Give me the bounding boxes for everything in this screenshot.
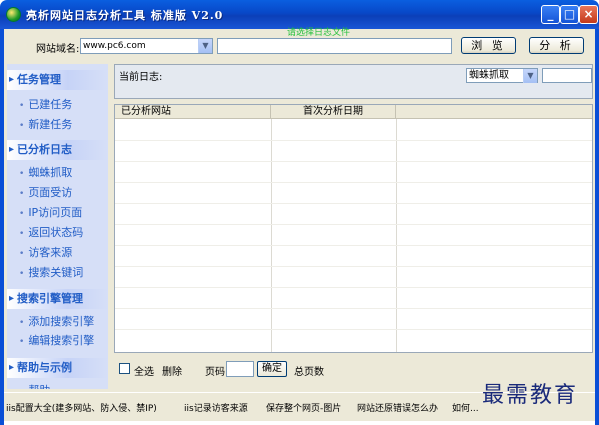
column-header-empty [396, 105, 592, 119]
row-divider [115, 308, 592, 309]
row-divider [115, 203, 592, 204]
row-divider [115, 224, 592, 225]
sidebar-item-visitor-source[interactable]: 访客来源 [19, 244, 72, 260]
row-divider [115, 161, 592, 162]
sidebar-item-new-task[interactable]: 新建任务 [19, 116, 72, 132]
domain-label: 网站域名: [36, 44, 80, 55]
status-link-iis-config[interactable]: iis配置大全(建多网站、防入侵、禁IP) [6, 401, 157, 414]
row-divider [115, 329, 592, 330]
confirm-page-button[interactable]: 确定 [257, 361, 287, 377]
pager: 全选 删除 页码 确定 总页数 [114, 359, 593, 379]
log-filter-input[interactable] [542, 68, 592, 83]
maximize-button[interactable]: □ [560, 5, 579, 24]
log-type-select[interactable]: 蜘蛛抓取 ▼ [466, 68, 538, 83]
delete-link[interactable]: 删除 [162, 363, 182, 378]
sidebar-item-page-visits[interactable]: 页面受访 [19, 184, 72, 200]
minimize-button[interactable]: _ [541, 5, 560, 24]
sidebar-item-spider-crawl[interactable]: 蜘蛛抓取 [19, 164, 72, 180]
analyzed-sites-table: 已分析网站 首次分析日期 [114, 104, 593, 353]
status-link-save-page[interactable]: 保存整个网页-图片 [266, 401, 341, 414]
sidebar-item-help[interactable]: 帮助 [19, 382, 50, 389]
app-icon [6, 7, 21, 22]
status-link-iis-visitors[interactable]: iis记录访客来源 [184, 401, 248, 414]
page-number-input[interactable] [226, 361, 254, 377]
total-pages-label: 总页数 [294, 367, 324, 378]
row-divider [115, 287, 592, 288]
status-link-restore-error[interactable]: 网站还原错误怎么办 [357, 401, 438, 414]
column-header-site[interactable]: 已分析网站 [115, 105, 271, 119]
close-button[interactable]: × [579, 5, 598, 24]
watermark-text: 最需教育 [482, 383, 579, 408]
log-file-path-input[interactable] [217, 38, 452, 54]
sidebar-section-help[interactable]: 帮助与示例 [7, 358, 108, 378]
column-header-first-date[interactable]: 首次分析日期 [271, 105, 396, 119]
row-divider [115, 140, 592, 141]
row-divider [115, 266, 592, 267]
sidebar-section-search-engine[interactable]: 搜索引擎管理 [7, 289, 108, 309]
sidebar-item-search-keywords[interactable]: 搜索关键词 [19, 264, 83, 280]
sidebar-section-analyzed-logs[interactable]: 已分析日志 [7, 140, 108, 160]
green-notice: 请选择日志文件 [287, 28, 351, 38]
analyze-button[interactable]: 分 析 [529, 37, 584, 54]
sidebar-item-ip-pages[interactable]: IP访问页面 [19, 204, 82, 220]
sidebar-item-edit-search-engine[interactable]: 编辑搜索引擎 [19, 332, 94, 348]
select-all-label[interactable]: 全选 [134, 363, 154, 378]
column-divider [271, 119, 272, 352]
chevron-down-icon[interactable]: ▼ [198, 39, 212, 53]
status-link-howto[interactable]: 如何... [452, 401, 479, 414]
current-log-label: 当前日志: [119, 72, 163, 83]
sidebar-item-status-codes[interactable]: 返回状态码 [19, 224, 83, 240]
toolbar: 网站域名: www.pc6.com ▼ 请选择日志文件 浏 览 分 析 [4, 28, 595, 61]
window-title: 亮析网站日志分析工具 标准版 V2.0 [26, 9, 224, 22]
page-label: 页码 [205, 367, 225, 378]
current-log-panel: 当前日志: 蜘蛛抓取 ▼ [114, 64, 593, 99]
select-all-checkbox[interactable] [119, 363, 130, 374]
row-divider [115, 245, 592, 246]
log-type-value: 蜘蛛抓取 [469, 70, 509, 81]
domain-value: www.pc6.com [83, 41, 146, 51]
sidebar: 任务管理 已建任务 新建任务 已分析日志 蜘蛛抓取 页面受访 IP访问页面 返回… [7, 64, 108, 389]
column-divider [396, 119, 397, 352]
row-divider [115, 182, 592, 183]
sidebar-item-existing-tasks[interactable]: 已建任务 [19, 96, 72, 112]
window-frame-right [595, 29, 599, 425]
browse-button[interactable]: 浏 览 [461, 37, 516, 54]
client-area: 网站域名: www.pc6.com ▼ 请选择日志文件 浏 览 分 析 任务管理… [4, 28, 595, 421]
domain-combo[interactable]: www.pc6.com ▼ [80, 38, 213, 54]
chevron-down-icon[interactable]: ▼ [523, 69, 537, 83]
sidebar-section-task-management[interactable]: 任务管理 [7, 70, 108, 90]
sidebar-item-add-search-engine[interactable]: 添加搜索引擎 [19, 313, 94, 329]
